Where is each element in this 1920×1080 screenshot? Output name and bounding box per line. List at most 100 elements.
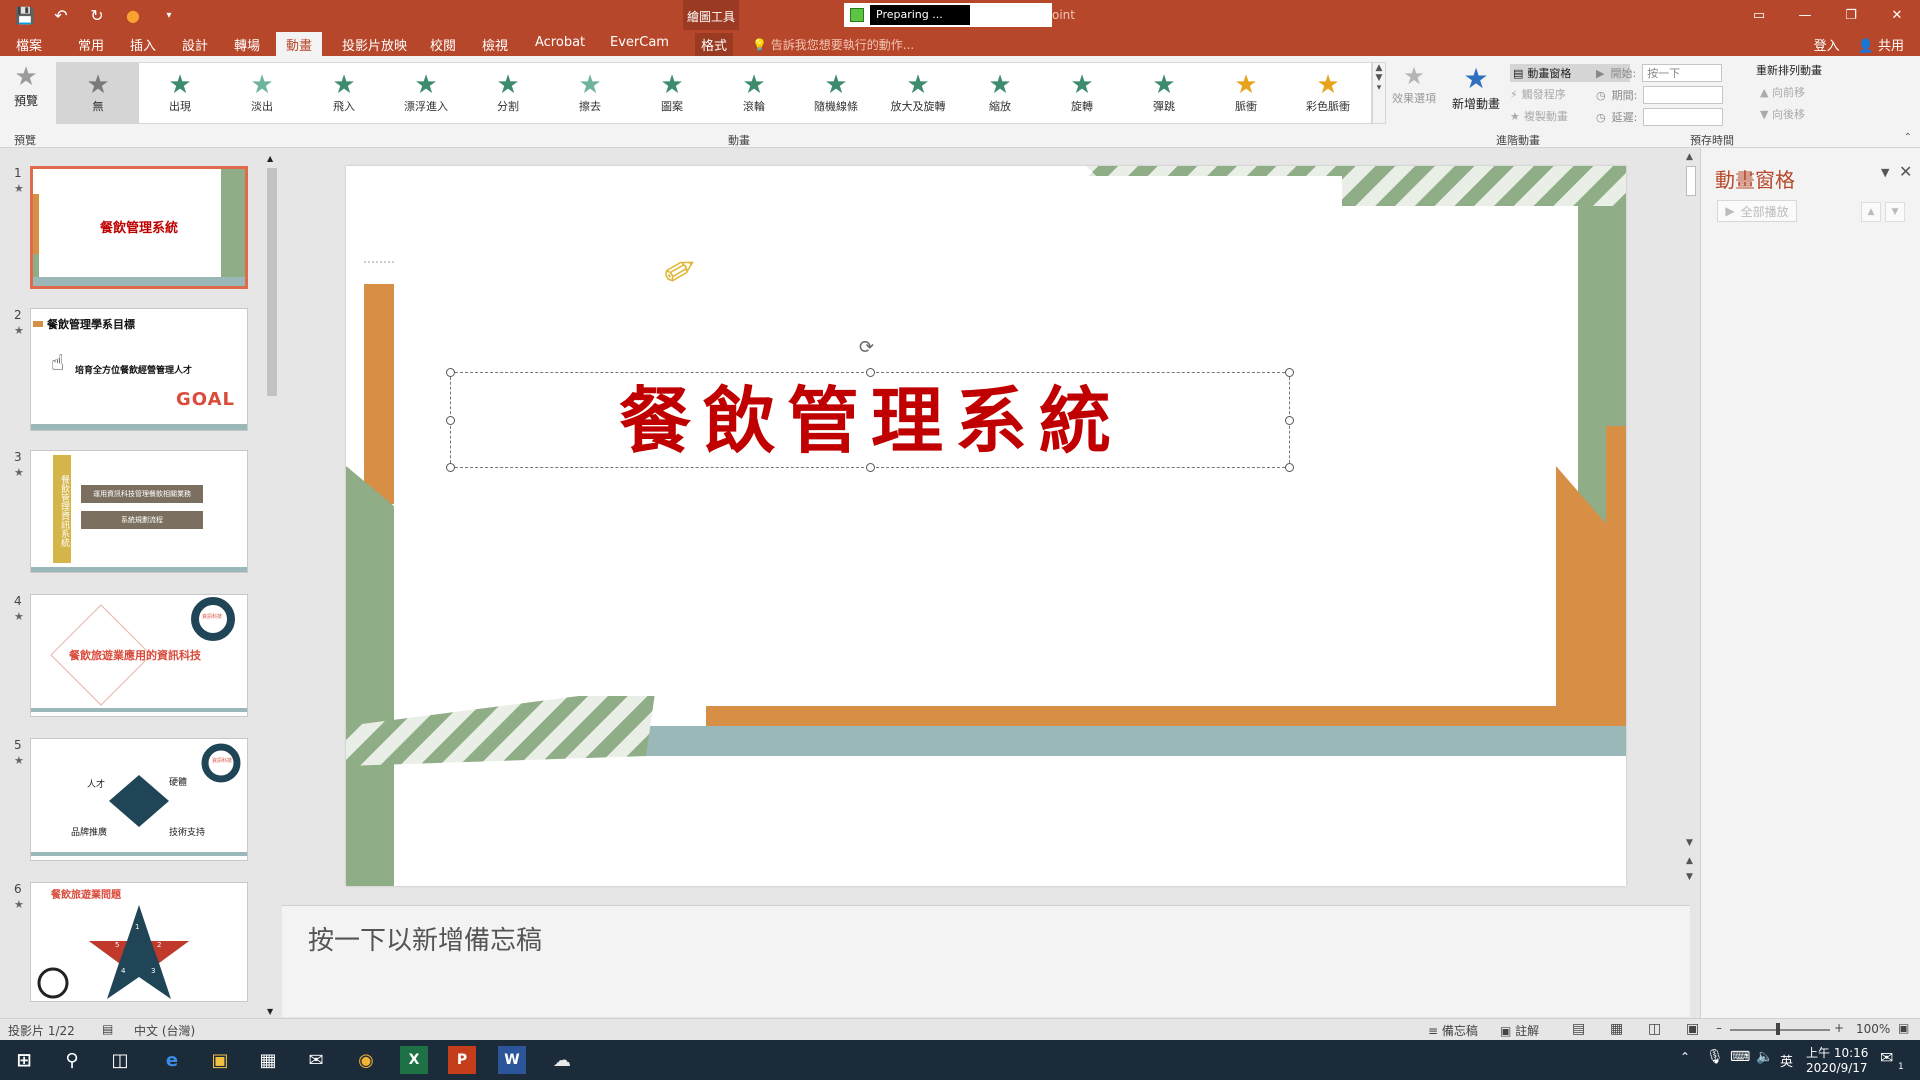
word-icon[interactable]: W [498,1046,526,1074]
tab-file[interactable]: 檔案 [16,33,42,56]
handle-bm[interactable] [866,463,875,472]
tell-me-search[interactable]: 💡 告訴我您想要執行的動作... [752,36,914,53]
slide-canvas[interactable]: ✏ ⟳ 餐飲管理系統 [346,166,1626,886]
sorter-view-icon[interactable]: ▦ [1610,1021,1623,1037]
zoom-in-icon[interactable]: + [1834,1021,1844,1035]
tab-review[interactable]: 校閱 [430,33,456,56]
slide-title[interactable]: 餐飲管理系統 [451,379,1291,463]
thumbnail-slide[interactable]: 餐飲旅遊業應用的資訊科技 資訊科技 [30,594,248,717]
task-view-icon[interactable]: ◫ [106,1046,134,1074]
slide-scrollbar[interactable]: ▲ ▼ ▲ ▼ [1684,152,1698,892]
scroll-up-icon[interactable]: ▲ [1686,152,1693,162]
tab-format[interactable]: 格式 [695,33,734,56]
redo-icon[interactable]: ↻ [86,4,108,26]
ime-indicator[interactable]: 英 [1780,1051,1793,1070]
prev-slide-icon[interactable]: ▲ [1686,856,1693,866]
animation-effect-item[interactable]: ★ 分割 [467,63,549,123]
animation-effect-item[interactable]: ★ 彩色脈衝 [1287,63,1369,123]
move-earlier-button[interactable]: ▲ 向前移 [1760,84,1882,100]
notes-toggle[interactable]: ≡ 備忘稿 [1428,1022,1478,1039]
minimize-icon[interactable]: — [1782,0,1828,30]
scroll-down-icon[interactable]: ▼ [1686,838,1693,848]
file-explorer-icon[interactable]: ▣ [206,1046,234,1074]
powerpoint-ball-icon[interactable]: ● [122,4,144,26]
handle-tm[interactable] [866,368,875,377]
microphone-icon[interactable]: 🎙 [1706,1049,1724,1065]
thumbnail-slide[interactable]: 餐飲管理系統 [30,166,248,289]
zoom-level[interactable]: 100% [1856,1022,1890,1036]
tab-view[interactable]: 檢視 [482,33,508,56]
notes-pane[interactable]: 按一下以新增備忘稿 [282,905,1690,1017]
thumbnail-slide[interactable]: 餐飲管理資訊系統 運用資訊科技管理餐飲相關業務 系統規劃流程 [30,450,248,573]
zoom-slider[interactable] [1730,1029,1830,1031]
animation-effect-item[interactable]: ★ 無 [57,63,139,123]
rotate-handle-icon[interactable]: ⟳ [859,337,874,358]
fit-to-window-icon[interactable]: ▣ [1898,1021,1909,1035]
edge-icon[interactable]: e [158,1046,186,1074]
effect-options-button[interactable]: ★ 效果選項 [1388,62,1440,106]
animation-effect-item[interactable]: ★ 淡出 [221,63,303,123]
thumbnail-slide[interactable]: 人才 硬體 品牌推廣 技術支持 資訊科技 [30,738,248,861]
animation-effect-item[interactable]: ★ 旋轉 [1041,63,1123,123]
tab-home[interactable]: 常用 [78,33,104,56]
clock-date[interactable]: 2020/9/17 [1806,1061,1868,1075]
thumbnail-slide[interactable]: 餐飲管理學系目標 ☝ 培育全方位餐飲經營管理人才 GOAL [30,308,248,431]
animation-effect-item[interactable]: ★ 擦去 [549,63,631,123]
tab-acrobat[interactable]: Acrobat [535,33,585,52]
comments-toggle[interactable]: ▣ 註解 [1500,1022,1539,1039]
animation-effect-item[interactable]: ★ 彈跳 [1123,63,1205,123]
store-icon[interactable]: ▦ [254,1046,282,1074]
move-up-icon[interactable]: ▲ [1861,202,1881,222]
scroll-down-icon[interactable]: ▼ [267,1007,273,1016]
tab-animations[interactable]: 動畫 [276,32,323,57]
network-icon[interactable]: ⌨ [1730,1049,1750,1065]
thumbnail-slide[interactable]: 餐飲旅遊業問題 1 2 3 4 5 [30,882,248,1002]
title-placeholder[interactable]: ⟳ 餐飲管理系統 [446,337,1294,472]
animation-effect-item[interactable]: ★ 滾輪 [713,63,795,123]
normal-view-icon[interactable]: ▤ [1572,1021,1585,1037]
share-button[interactable]: 👤 共用 [1858,35,1904,54]
pane-close-icon[interactable]: ✕ [1899,162,1912,181]
powerpoint-icon[interactable]: P [448,1046,476,1074]
notes-placeholder[interactable]: 按一下以新增備忘稿 [308,920,542,957]
zoom-out-icon[interactable]: – [1716,1021,1722,1035]
mail-icon[interactable]: ✉ [302,1046,330,1074]
handle-br[interactable] [1285,463,1294,472]
signin-link[interactable]: 登入 [1814,35,1840,54]
scroll-up-icon[interactable]: ▲ [267,154,273,163]
evercam-icon[interactable]: ☁ [548,1046,576,1074]
collapse-ribbon-icon[interactable]: ⌃ [1904,132,1912,143]
animation-effect-item[interactable]: ★ 脈衝 [1205,63,1287,123]
spellcheck-icon[interactable]: ▤ [102,1022,113,1036]
move-down-icon[interactable]: ▼ [1885,202,1905,222]
ribbon-display-icon[interactable]: ▭ [1736,0,1782,30]
save-icon[interactable]: 💾 [14,4,36,26]
preview-button[interactable]: ★ 預覽 [8,62,44,109]
scroll-thumb[interactable] [267,168,277,396]
tab-transitions[interactable]: 轉場 [234,33,260,56]
customize-qat-icon[interactable]: ▾ [158,4,180,26]
animation-effect-item[interactable]: ★ 漂浮進入 [385,63,467,123]
close-icon[interactable]: ✕ [1874,0,1920,30]
zoom-slider-thumb[interactable] [1776,1023,1780,1035]
gallery-scroll[interactable]: ▲ ▼ ▾ [1372,62,1386,124]
tab-slideshow[interactable]: 投影片放映 [342,33,407,56]
animation-effect-item[interactable]: ★ 隨機線條 [795,63,877,123]
excel-icon[interactable]: X [400,1046,428,1074]
animation-effect-item[interactable]: ★ 飛入 [303,63,385,123]
slideshow-view-icon[interactable]: ▣ [1686,1021,1699,1037]
search-icon[interactable]: ⚲ [58,1046,86,1074]
undo-icon[interactable]: ↶ [50,4,72,26]
handle-bl[interactable] [446,463,455,472]
notification-center-icon[interactable]: ✉ [1880,1048,1893,1067]
tab-insert[interactable]: 插入 [130,33,156,56]
animation-effect-item[interactable]: ★ 圖案 [631,63,713,123]
animation-effect-item[interactable]: ★ 縮放 [959,63,1041,123]
volume-icon[interactable]: 🔈 [1756,1049,1773,1065]
add-animation-button[interactable]: ★ 新增動畫 [1448,62,1504,112]
animation-effect-item[interactable]: ★ 出現 [139,63,221,123]
windows-start-icon[interactable]: ⊞ [10,1046,38,1074]
language-indicator[interactable]: 中文 (台灣) [134,1022,195,1039]
reading-view-icon[interactable]: ◫ [1648,1021,1661,1037]
restore-icon[interactable]: ❐ [1828,0,1874,30]
